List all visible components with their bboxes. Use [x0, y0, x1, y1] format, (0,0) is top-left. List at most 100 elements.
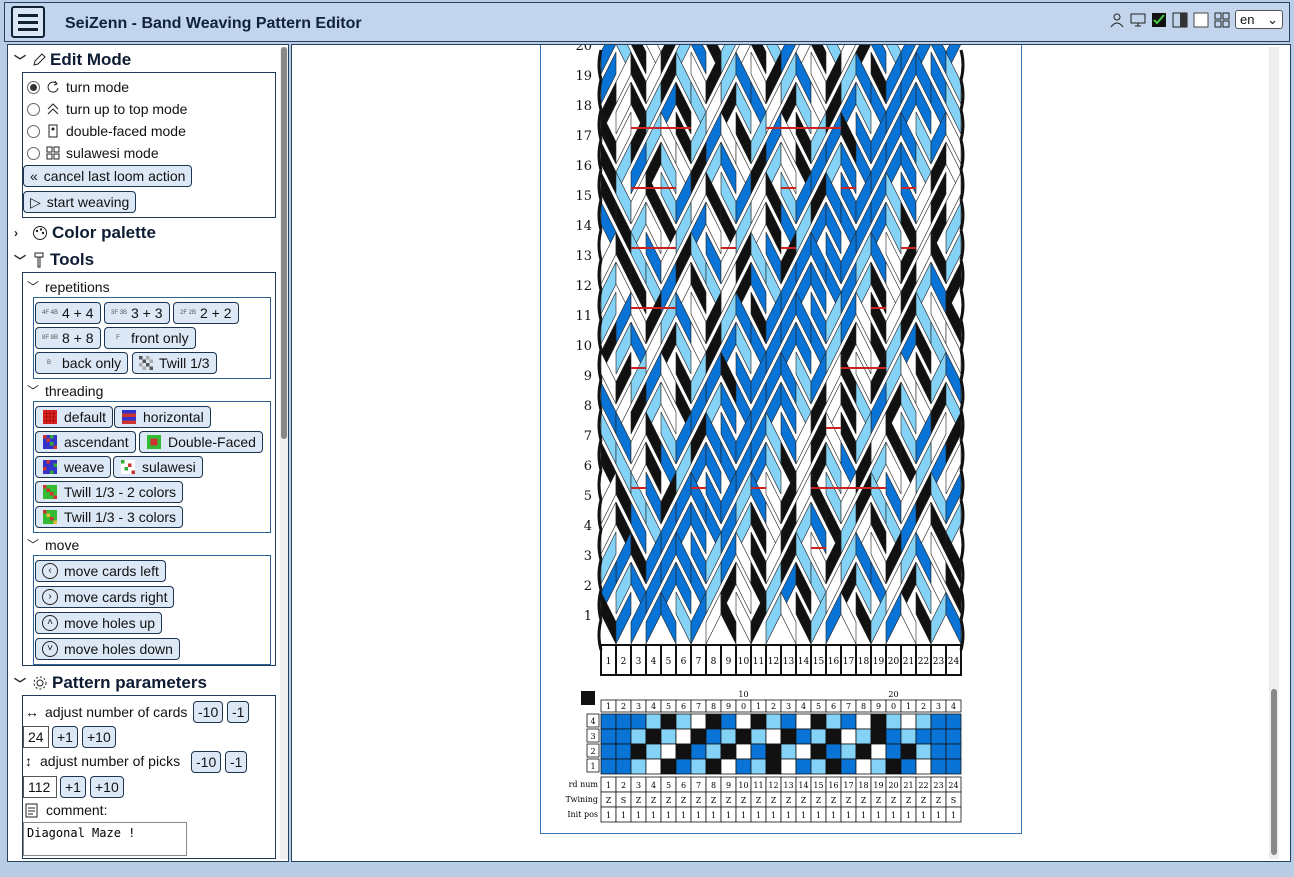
cards-plus-10-button[interactable]: +10 — [82, 726, 116, 748]
language-select[interactable]: en ⌄ — [1235, 10, 1283, 29]
monitor-icon[interactable] — [1130, 12, 1146, 28]
info-value: 1 — [606, 781, 611, 790]
move-header[interactable]: ﹀ move — [27, 536, 79, 553]
threading-header[interactable]: ﹀ threading — [27, 382, 103, 399]
threading-twill-2-colors-button[interactable]: Twill 1/3 - 2 colors — [35, 481, 184, 503]
main-scrollbar[interactable] — [1269, 47, 1279, 859]
ruler-digit: 3 — [786, 702, 791, 711]
picks-minus-1-button[interactable]: -1 — [225, 751, 248, 773]
cards-label-row: ↔ adjust number of cards — [25, 704, 187, 720]
info-value: 1 — [876, 811, 881, 820]
info-value: 8 — [711, 781, 716, 790]
threading-cell — [675, 713, 692, 730]
hamburger-menu-icon[interactable] — [11, 6, 45, 38]
app-window: SeiZenn - Band Weaving Pattern Editor en… — [0, 0, 1294, 877]
repeat-4-4-button[interactable]: 4F 4B 4 + 4 — [35, 302, 101, 324]
button-tag: 3F 3B — [111, 310, 128, 316]
picks-minus-10-button[interactable]: -10 — [191, 751, 222, 773]
threading-cell — [900, 728, 917, 745]
move-box: ‹ move cards left › move cards right ˄ move… — [33, 555, 271, 665]
card-number: 18 — [858, 657, 870, 667]
sidebar-scrollbar[interactable] — [280, 47, 288, 859]
comment-textarea[interactable]: Diagonal Maze ! — [23, 822, 187, 856]
front-only-button[interactable]: Ffront only — [104, 327, 196, 349]
threading-double-faced-button[interactable]: Double-Faced — [139, 431, 263, 453]
threading-cell — [690, 743, 707, 760]
move-cards-right-button[interactable]: › move cards right — [35, 586, 175, 608]
radio-turn-up-mode[interactable]: turn up to top mode — [27, 101, 187, 117]
threading-cell — [660, 758, 677, 775]
threading-cell — [945, 728, 962, 745]
radio-double-faced-mode[interactable]: double-faced mode — [27, 123, 186, 139]
radio-turn-mode[interactable]: turn mode — [27, 79, 129, 95]
tools-header[interactable]: ﹀ Tools — [14, 250, 94, 270]
info-value: 2 — [621, 781, 626, 790]
ruler-digit: 7 — [846, 702, 851, 711]
row-label: 19 — [575, 69, 592, 84]
picks-plus-10-button[interactable]: +10 — [90, 776, 124, 798]
threading-cell — [780, 728, 797, 745]
info-value: 1 — [891, 811, 896, 820]
info-value: 9 — [726, 781, 731, 790]
picks-count-field[interactable]: 112 — [23, 776, 57, 798]
repeat-2-2-button[interactable]: 2F 2B 2 + 2 — [173, 302, 239, 324]
cards-count-field[interactable]: 24 — [23, 726, 49, 748]
main-scrollbar-thumb[interactable] — [1271, 689, 1277, 855]
threading-default-button[interactable]: default — [35, 406, 114, 428]
radio-button[interactable] — [27, 124, 40, 138]
ruler-digit: 9 — [726, 702, 731, 711]
picks-plus-1-button[interactable]: +1 — [60, 776, 86, 798]
threading-weave-button[interactable]: weave — [35, 456, 112, 478]
ruler-digit: 2 — [921, 702, 926, 711]
card-number: 4 — [651, 657, 657, 667]
threading-ascendant-button[interactable]: ascendant — [35, 431, 136, 453]
back-only-button[interactable]: Bback only — [35, 352, 129, 374]
row-label: 10 — [575, 339, 592, 354]
info-value: 20 — [888, 781, 898, 790]
threading-cell — [630, 728, 647, 745]
move-cards-left-button[interactable]: ‹ move cards left — [35, 560, 166, 582]
radio-sulawesi-mode[interactable]: sulawesi mode — [27, 145, 159, 161]
row-label: 1 — [584, 609, 592, 624]
threading-sulawesi-button[interactable]: sulawesi — [113, 456, 203, 478]
button-label: 4 + 4 — [62, 305, 94, 321]
radio-button[interactable] — [27, 102, 40, 116]
ruler-mark: 10 — [738, 690, 748, 699]
twill-icon — [139, 356, 153, 370]
threading-cell — [615, 758, 632, 775]
cards-plus-1-button[interactable]: +1 — [52, 726, 78, 748]
repeat-3-3-button[interactable]: 3F 3B 3 + 3 — [104, 302, 170, 324]
cards-minus-10-button[interactable]: -10 — [193, 701, 224, 723]
info-value: Z — [696, 796, 702, 805]
pattern-chart[interactable]: 20191817161514131211109876543211 2 3 4 5 6 7 8 9… — [541, 44, 1023, 835]
color-palette-header[interactable]: › Color palette — [14, 223, 156, 243]
twill-1-3-button[interactable]: Twill 1/3 — [132, 352, 217, 374]
sidebar-scrollbar-thumb[interactable] — [281, 47, 287, 439]
repetitions-header[interactable]: ﹀ repetitions — [27, 278, 110, 295]
pattern-parameters-header[interactable]: ﹀ Pattern parameters — [14, 673, 207, 693]
band-edge-right — [959, 289, 965, 321]
info-value: 1 — [681, 811, 686, 820]
grid-view-icon[interactable] — [1214, 12, 1230, 28]
radio-button[interactable] — [27, 146, 40, 160]
threading-horizontal-button[interactable]: horizontal — [114, 406, 211, 428]
edit-mode-header[interactable]: ﹀ Edit Mode — [14, 50, 131, 70]
card-number: 14 — [798, 657, 810, 667]
ruler-digit: 3 — [936, 702, 941, 711]
radio-button[interactable] — [27, 80, 40, 94]
half-panel-icon[interactable] — [1172, 12, 1188, 28]
threading-cell — [735, 743, 752, 760]
user-icon[interactable] — [1109, 12, 1125, 28]
threading-twill-3-colors-button[interactable]: Twill 1/3 - 3 colors — [35, 506, 184, 528]
checkbox-checked-icon[interactable] — [1151, 12, 1167, 28]
move-holes-down-button[interactable]: ˅ move holes down — [35, 638, 180, 660]
button-label: -1 — [230, 754, 243, 770]
cards-minus-1-button[interactable]: -1 — [227, 701, 250, 723]
start-weaving-button[interactable]: ▷ start weaving — [23, 191, 137, 213]
chevron-down-icon: ﹀ — [14, 53, 27, 68]
repeat-8-8-button[interactable]: 8F 8B 8 + 8 — [35, 327, 101, 349]
threading-cell — [930, 713, 947, 730]
cancel-last-loom-action-button[interactable]: « cancel last loom action — [23, 165, 193, 187]
checkbox-empty-icon[interactable] — [1193, 12, 1209, 28]
move-holes-up-button[interactable]: ˄ move holes up — [35, 612, 163, 634]
